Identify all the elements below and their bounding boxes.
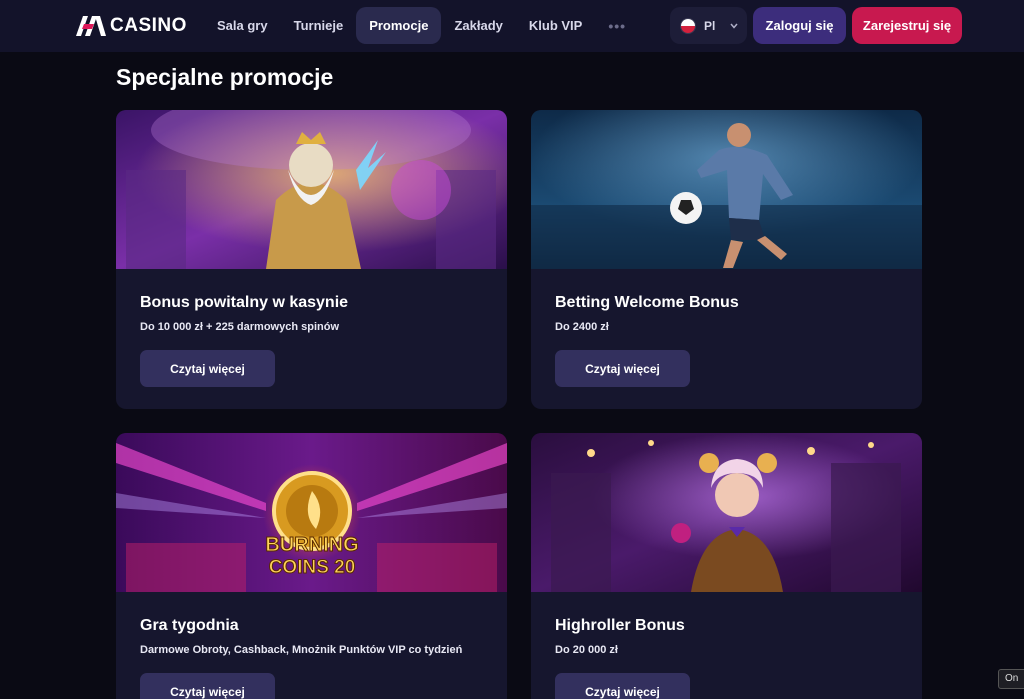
burning-coins-subtitle: COINS 20	[269, 557, 356, 578]
page-title: Specjalne promocje	[116, 64, 334, 90]
promo-image-football	[531, 110, 922, 269]
casino-logo[interactable]: CASINO	[76, 14, 187, 38]
promo-subtitle: Do 10 000 zł + 225 darmowych spinów	[140, 321, 339, 333]
read-more-button[interactable]: Czytaj więcej	[140, 673, 275, 699]
burning-coins-title: BURNING	[265, 534, 358, 556]
logo-mark-icon	[76, 16, 106, 36]
chevron-down-icon	[730, 23, 738, 29]
register-button[interactable]: Zarejestruj się	[852, 7, 962, 44]
poland-flag-icon	[680, 17, 696, 34]
top-navigation-bar: CASINO Sala gry Turnieje Promocje Zakład…	[0, 0, 1024, 52]
promo-card: Betting Welcome Bonus Do 2400 zł Czytaj …	[531, 110, 922, 409]
language-label: Pl	[704, 18, 716, 33]
nav-item-sala-gry[interactable]: Sala gry	[204, 7, 281, 44]
logo-text: CASINO	[110, 15, 187, 36]
promo-title: Gra tygodnia	[140, 617, 239, 634]
promo-subtitle: Darmowe Obroty, Cashback, Mnożnik Punktó…	[140, 644, 463, 656]
promo-image-zeus	[116, 110, 507, 269]
promo-card: BURNING COINS 20 Gra tygodnia Darmowe Ob…	[116, 433, 507, 699]
language-selector[interactable]: Pl	[670, 7, 747, 44]
promo-title: Highroller Bonus	[555, 617, 685, 634]
partial-overlay-label[interactable]: On	[998, 669, 1024, 689]
read-more-button[interactable]: Czytaj więcej	[555, 350, 690, 387]
promo-image-highroller	[531, 433, 922, 592]
promo-subtitle: Do 2400 zł	[555, 321, 609, 333]
nav-item-turnieje[interactable]: Turnieje	[281, 7, 357, 44]
promo-card: Bonus powitalny w kasynie Do 10 000 zł +…	[116, 110, 507, 409]
promo-image-burning-coins: BURNING COINS 20	[116, 433, 507, 592]
more-menu-icon[interactable]: •••	[595, 7, 639, 44]
nav-item-klub-vip[interactable]: Klub VIP	[516, 7, 595, 44]
main-nav: Sala gry Turnieje Promocje Zakłady Klub …	[204, 7, 639, 44]
login-button[interactable]: Zaloguj się	[753, 7, 846, 44]
promo-card: Highroller Bonus Do 20 000 zł Czytaj wię…	[531, 433, 922, 699]
promo-title: Bonus powitalny w kasynie	[140, 294, 349, 311]
read-more-button[interactable]: Czytaj więcej	[555, 673, 690, 699]
nav-item-promocje[interactable]: Promocje	[356, 7, 442, 44]
promo-subtitle: Do 20 000 zł	[555, 644, 618, 656]
nav-item-zaklady[interactable]: Zakłady	[441, 7, 515, 44]
read-more-button[interactable]: Czytaj więcej	[140, 350, 275, 387]
promo-title: Betting Welcome Bonus	[555, 294, 739, 311]
